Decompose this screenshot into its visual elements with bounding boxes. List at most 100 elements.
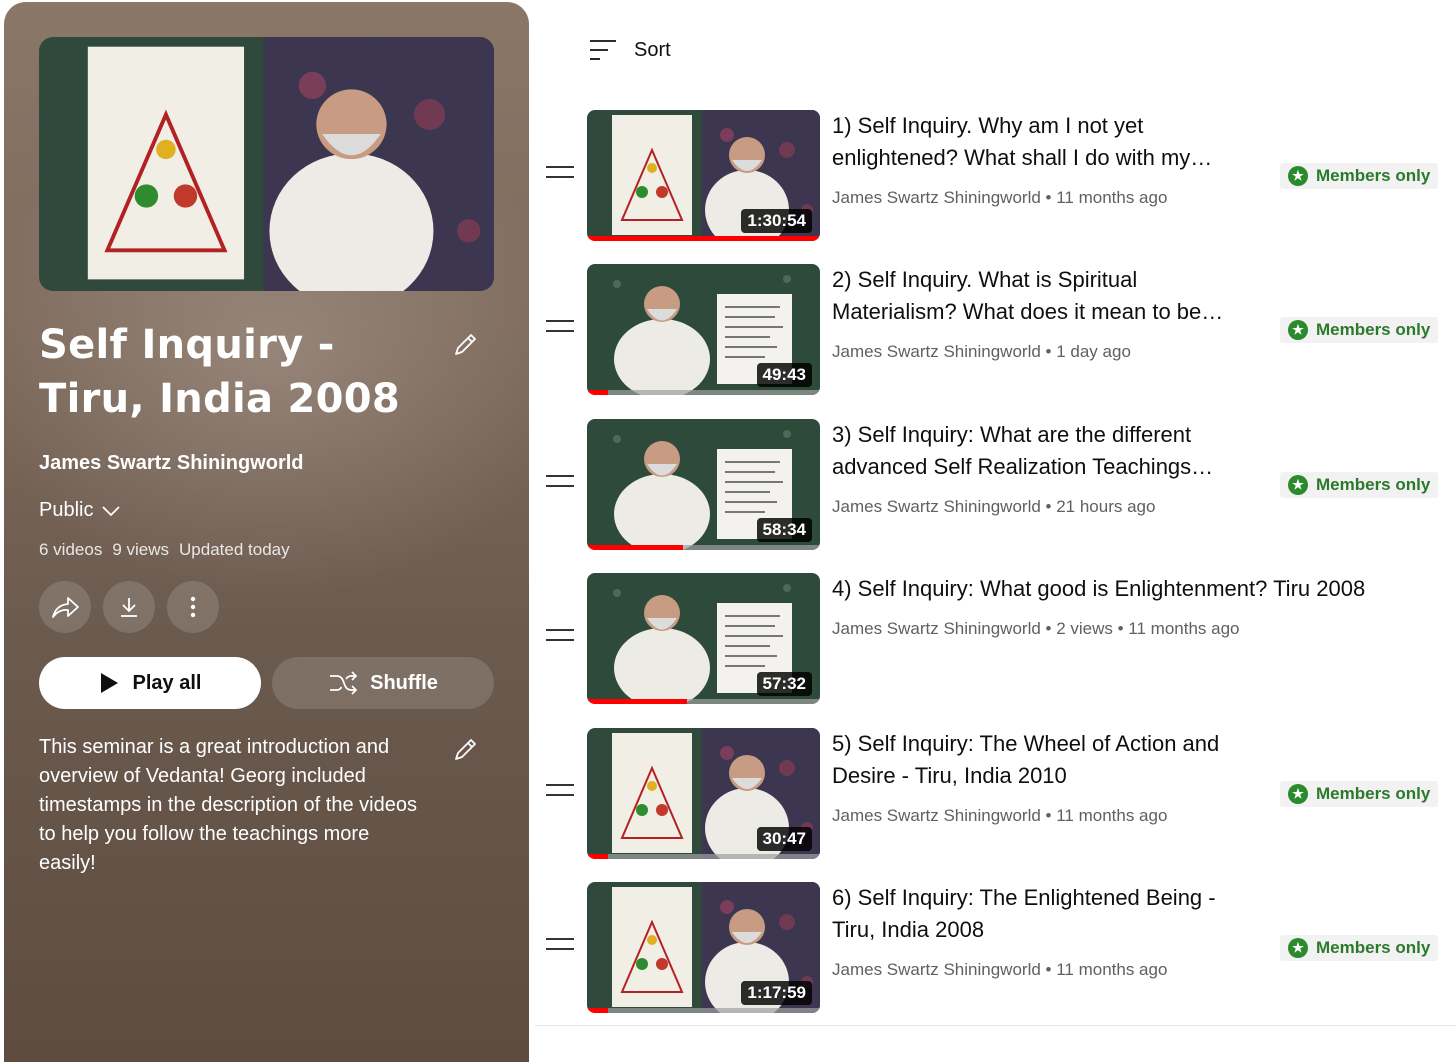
- video-thumbnail[interactable]: 57:32: [587, 573, 820, 704]
- download-icon: [121, 598, 137, 617]
- video-age: 11 months ago: [1056, 960, 1168, 979]
- watch-progress-bar: [587, 699, 688, 704]
- video-count: 6 videos: [39, 540, 103, 559]
- progress-track: [587, 1008, 820, 1013]
- share-icon: [52, 597, 79, 618]
- playlist-video-row[interactable]: 30:47 5) Self Inquiry: The Wheel of Acti…: [540, 728, 1450, 863]
- video-duration: 57:32: [756, 672, 812, 696]
- channel-name[interactable]: James Swartz Shiningworld: [832, 960, 1041, 979]
- sort-button[interactable]: Sort: [588, 38, 671, 62]
- play-all-label: Play all: [132, 671, 202, 694]
- playlist-description: This seminar is a great introduction and…: [39, 736, 417, 874]
- watch-progress-bar: [587, 1008, 608, 1013]
- shuffle-label: Shuffle: [370, 671, 438, 694]
- updated-label: Updated today: [179, 540, 290, 559]
- playlist-title: Self Inquiry - Tiru, India 2008: [39, 322, 401, 422]
- members-only-label: Members only: [1316, 475, 1431, 494]
- members-only-badge: ★ Members only: [1280, 163, 1439, 189]
- video-title[interactable]: 5) Self Inquiry: The Wheel of Action and…: [832, 728, 1252, 792]
- shuffle-button[interactable]: Shuffle: [272, 657, 494, 709]
- playlist-stats: 6 videos 9 views Updated today: [39, 540, 290, 560]
- video-meta: James Swartz Shiningworld • 1 day ago: [832, 342, 1131, 361]
- video-duration: 58:34: [756, 518, 812, 542]
- privacy-label: Public: [39, 499, 94, 521]
- star-icon: ★: [1288, 475, 1308, 495]
- playlist-video-row[interactable]: 49:43 2) Self Inquiry. What is Spiritual…: [540, 264, 1450, 399]
- share-button[interactable]: [39, 581, 91, 633]
- star-icon: ★: [1288, 166, 1308, 186]
- video-thumbnail[interactable]: 1:17:59: [587, 882, 820, 1013]
- members-only-label: Members only: [1316, 938, 1431, 957]
- drag-handle-icon[interactable]: [546, 320, 574, 334]
- members-only-label: Members only: [1316, 166, 1431, 185]
- watch-progress-bar: [587, 545, 683, 550]
- play-all-button[interactable]: Play all: [39, 657, 261, 709]
- video-thumbnail[interactable]: 1:30:54: [587, 110, 820, 241]
- privacy-selector[interactable]: Public: [39, 499, 121, 522]
- shuffle-icon: [330, 671, 358, 695]
- star-icon: ★: [1288, 320, 1308, 340]
- sort-label: Sort: [634, 38, 671, 61]
- video-thumbnail[interactable]: 49:43: [587, 264, 820, 395]
- pencil-icon[interactable]: [450, 330, 480, 360]
- star-icon: ★: [1288, 784, 1308, 804]
- playlist-video-row[interactable]: 58:34 3) Self Inquiry: What are the diff…: [540, 419, 1450, 554]
- drag-handle-icon[interactable]: [546, 629, 574, 643]
- view-count: 9 views: [112, 540, 170, 559]
- star-icon: ★: [1288, 938, 1308, 958]
- video-duration: 1:17:59: [741, 981, 812, 1005]
- video-title[interactable]: 6) Self Inquiry: The Enlightened Being -…: [832, 882, 1252, 946]
- video-meta: James Swartz Shiningworld • 11 months ag…: [832, 806, 1168, 825]
- list-divider: [535, 1025, 1456, 1026]
- channel-name[interactable]: James Swartz Shiningworld: [832, 497, 1041, 516]
- video-age: 11 months ago: [1056, 806, 1168, 825]
- channel-name[interactable]: James Swartz Shiningworld: [832, 188, 1041, 207]
- channel-name[interactable]: James Swartz Shiningworld: [832, 806, 1041, 825]
- more-icon: [190, 596, 196, 618]
- progress-track: [587, 390, 820, 395]
- playlist-video-row[interactable]: 57:32 4) Self Inquiry: What good is Enli…: [540, 573, 1450, 708]
- playlist-video-row[interactable]: 1:17:59 6) Self Inquiry: The Enlightened…: [540, 882, 1450, 1017]
- video-meta: James Swartz Shiningworld • 11 months ag…: [832, 960, 1168, 979]
- members-only-label: Members only: [1316, 320, 1431, 339]
- video-views-age: 2 views • 11 months ago: [1056, 619, 1240, 638]
- members-only-badge: ★ Members only: [1280, 935, 1439, 961]
- members-only-badge: ★ Members only: [1280, 781, 1439, 807]
- pencil-icon[interactable]: [450, 735, 480, 765]
- video-meta: James Swartz Shiningworld • 2 views • 11…: [832, 619, 1240, 638]
- playlist-hero-thumbnail[interactable]: [39, 37, 494, 291]
- play-icon: [100, 673, 118, 693]
- channel-name[interactable]: James Swartz Shiningworld: [832, 619, 1041, 638]
- progress-track: [587, 854, 820, 859]
- video-age: 21 hours ago: [1056, 497, 1156, 516]
- playlist-video-row[interactable]: 1:30:54 1) Self Inquiry. Why am I not ye…: [540, 110, 1450, 245]
- video-thumbnail[interactable]: 30:47: [587, 728, 820, 859]
- drag-handle-icon[interactable]: [546, 475, 574, 489]
- video-duration: 49:43: [756, 363, 812, 387]
- members-only-badge: ★ Members only: [1280, 472, 1439, 498]
- video-thumbnail[interactable]: 58:34: [587, 419, 820, 550]
- playlist-owner[interactable]: James Swartz Shiningworld: [39, 452, 304, 475]
- chevron-down-icon: [102, 505, 121, 516]
- drag-handle-icon[interactable]: [546, 784, 574, 798]
- sort-icon: [590, 40, 616, 60]
- video-title[interactable]: 4) Self Inquiry: What good is Enlightenm…: [832, 573, 1432, 605]
- more-actions-button[interactable]: [167, 581, 219, 633]
- video-duration: 30:47: [756, 827, 812, 851]
- video-age: 1 day ago: [1056, 342, 1131, 361]
- video-title[interactable]: 3) Self Inquiry: What are the different …: [832, 419, 1252, 483]
- members-only-label: Members only: [1316, 784, 1431, 803]
- video-duration: 1:30:54: [741, 209, 812, 233]
- channel-name[interactable]: James Swartz Shiningworld: [832, 342, 1041, 361]
- video-meta: James Swartz Shiningworld • 11 months ag…: [832, 188, 1168, 207]
- members-only-badge: ★ Members only: [1280, 317, 1439, 343]
- video-age: 11 months ago: [1056, 188, 1168, 207]
- video-title[interactable]: 2) Self Inquiry. What is Spiritual Mater…: [832, 264, 1252, 328]
- drag-handle-icon[interactable]: [546, 166, 574, 180]
- video-meta: James Swartz Shiningworld • 21 hours ago: [832, 497, 1156, 516]
- video-title[interactable]: 1) Self Inquiry. Why am I not yet enligh…: [832, 110, 1252, 174]
- download-button[interactable]: [103, 581, 155, 633]
- playlist-header-panel: Self Inquiry - Tiru, India 2008 James Sw…: [4, 2, 529, 1062]
- drag-handle-icon[interactable]: [546, 938, 574, 952]
- watch-progress-bar: [587, 854, 608, 859]
